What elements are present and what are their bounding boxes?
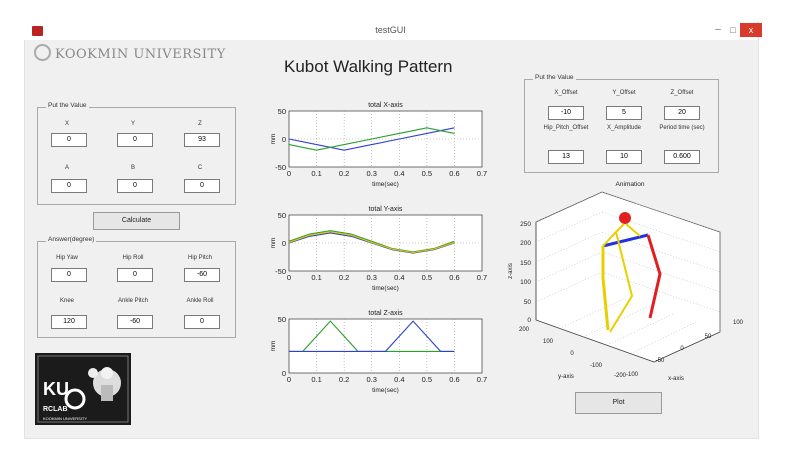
chart-2-title: total Z-axis xyxy=(368,310,403,317)
animation-ztick-5: 0 xyxy=(527,317,531,324)
plot-button[interactable]: Plot xyxy=(575,392,662,414)
animation-ytick-3: -100 xyxy=(590,363,603,369)
chart-1-xtick-6: 0.6 xyxy=(449,273,459,282)
chart-2-xtick-5: 0.5 xyxy=(422,375,432,384)
chart-1-xlabel: time(sec) xyxy=(372,285,399,292)
chart-2-frame xyxy=(288,318,483,374)
animation-ztick-2: 150 xyxy=(520,260,531,267)
chart-2-xtick-0: 0 xyxy=(287,375,291,384)
chart-0-xtick-5: 0.5 xyxy=(422,169,432,178)
chart-2-xtick-4: 0.4 xyxy=(394,375,404,384)
chart-1-xtick-0: 0 xyxy=(287,273,291,282)
animation-title: Animation xyxy=(616,181,645,188)
animation-ztick-3: 100 xyxy=(520,279,531,286)
animation-xtick-3: 50 xyxy=(705,334,712,340)
chart-0-xtick-2: 0.2 xyxy=(339,169,349,178)
animation-zlabel: z-axis xyxy=(508,263,514,279)
animation-xtick-0: -100 xyxy=(626,372,639,378)
animation-xtick-1: -50 xyxy=(656,358,665,364)
animation-ylabel: y-axis xyxy=(558,374,574,380)
robot-head xyxy=(619,212,631,224)
chart-2-ytick-0: 50 xyxy=(278,315,286,324)
chart-2-xtick-2: 0.2 xyxy=(339,375,349,384)
animation-ytick-2: 0 xyxy=(570,351,574,357)
chart-0-xtick-3: 0.3 xyxy=(366,169,376,178)
plot-canvas: 0 0.1 0.2 0.3 0.4 0.5 0.6 0.7500-50total X-axis… xyxy=(270,102,744,394)
chart-1-ytick-1: 0 xyxy=(282,239,286,248)
chart-2-xtick-6: 0.6 xyxy=(449,375,459,384)
chart-1-title: total Y-axis xyxy=(369,206,403,213)
animation-ztick-0: 250 xyxy=(520,221,531,228)
chart-2-xtick-1: 0.1 xyxy=(311,375,321,384)
chart-0-xtick-6: 0.6 xyxy=(449,169,459,178)
chart-1-xtick-1: 0.1 xyxy=(311,273,321,282)
chart-0-ytick-2: -50 xyxy=(275,163,286,172)
chart-0-title: total X-axis xyxy=(368,102,403,109)
chart-1-xtick-7: 0.7 xyxy=(477,273,487,282)
animation-ytick-0: 200 xyxy=(519,327,530,333)
chart-1-ytick-0: 50 xyxy=(278,211,286,220)
animation-ytick-4: -200 xyxy=(614,373,627,379)
animation-3d-plot: Animation2502001501005002001000-100-200-… xyxy=(508,181,744,382)
chart-1-xtick-5: 0.5 xyxy=(422,273,432,282)
chart-1-ylabel: mm xyxy=(270,238,277,249)
animation-ztick-1: 200 xyxy=(520,240,531,247)
chart-2-xlabel: time(sec) xyxy=(372,387,399,394)
chart-1-xtick-2: 0.2 xyxy=(339,273,349,282)
chart-0-xtick-4: 0.4 xyxy=(394,169,404,178)
chart-2-ytick-1: 0 xyxy=(282,369,286,378)
chart-0-xtick-1: 0.1 xyxy=(311,169,321,178)
chart-0-ylabel: mm xyxy=(270,134,277,145)
chart-0-ytick-0: 50 xyxy=(278,107,286,116)
chart-2-xtick-3: 0.3 xyxy=(366,375,376,384)
chart-1-xtick-4: 0.4 xyxy=(394,273,404,282)
chart-2-ylabel: mm xyxy=(270,341,277,352)
chart-0-xtick-7: 0.7 xyxy=(477,169,487,178)
chart-0-xlabel: time(sec) xyxy=(372,181,399,188)
chart-0-ytick-1: 0 xyxy=(282,135,286,144)
chart-1-ytick-2: -50 xyxy=(275,267,286,276)
chart-0-xtick-0: 0 xyxy=(287,169,291,178)
animation-ztick-4: 50 xyxy=(524,299,532,306)
animation-xtick-4: 100 xyxy=(733,320,744,326)
chart-1-xtick-3: 0.3 xyxy=(366,273,376,282)
animation-ytick-1: 100 xyxy=(543,339,554,345)
chart-2-xtick-7: 0.7 xyxy=(477,375,487,384)
animation-xlabel: x-axis xyxy=(668,376,684,382)
